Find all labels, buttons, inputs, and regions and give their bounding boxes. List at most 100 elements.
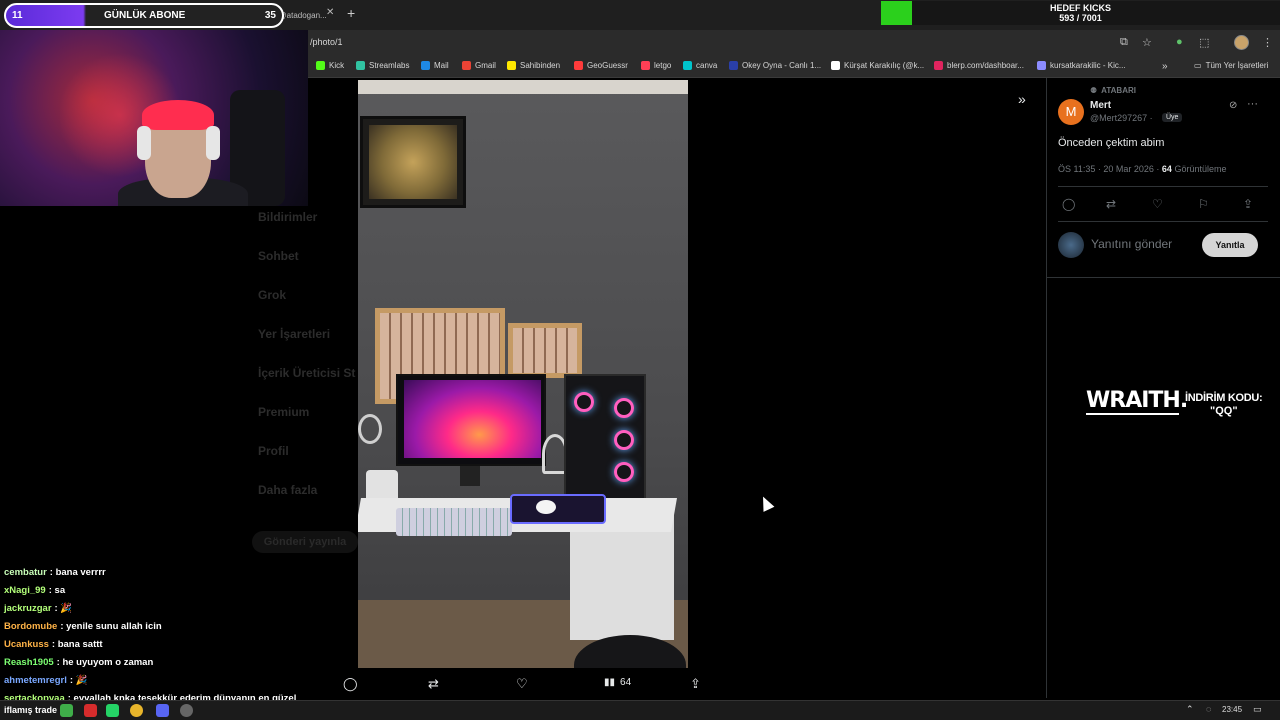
bookmark-favicon-icon	[462, 61, 471, 70]
app-icon[interactable]	[60, 704, 73, 717]
reply-icon[interactable]: ◯	[343, 676, 358, 692]
tweet-share-icon[interactable]: ⇪	[1243, 197, 1253, 211]
dim-nav-item: Yer İşaretleri	[258, 327, 331, 341]
chat-username[interactable]: Bordomube	[4, 621, 57, 632]
more-bookmarks-icon[interactable]: »	[1162, 61, 1168, 72]
dim-nav-item: Daha fazla	[258, 483, 318, 497]
photo-collage-small	[508, 323, 582, 378]
discord-icon[interactable]	[156, 704, 169, 717]
sub-goal-bar: 11 GÜNLÜK ABONE 35	[4, 3, 284, 28]
chat-text: : bana sattt	[51, 639, 103, 650]
monitor	[396, 374, 546, 466]
dim-nav-item: İçerik Üreticisi St	[258, 366, 356, 380]
tweet-bookmark-icon[interactable]: ⚐	[1198, 197, 1209, 211]
grok-icon[interactable]: ⊘	[1229, 100, 1237, 111]
retweet-icon[interactable]: ⇄	[428, 676, 439, 692]
app-icon[interactable]	[84, 704, 97, 717]
like-icon[interactable]: ♡	[516, 676, 528, 692]
mouse	[536, 500, 556, 514]
bookmark-item[interactable]: blerp.com/dashboar...	[934, 61, 1024, 70]
bookmark-item[interactable]: Kick	[316, 61, 344, 70]
bookmark-item[interactable]: Mail	[421, 61, 449, 70]
bookmark-item[interactable]: kursatkarakilic - Kic...	[1037, 61, 1126, 70]
more-options-icon[interactable]: ···	[1247, 98, 1258, 110]
tweet-retweet-icon[interactable]: ⇄	[1106, 197, 1116, 211]
network-icon[interactable]: ◌	[1206, 704, 1211, 714]
dim-nav-item: Bildirimler	[258, 210, 318, 224]
profile-avatar[interactable]	[1234, 35, 1249, 50]
obs-icon[interactable]	[180, 704, 193, 717]
bookmark-favicon-icon	[729, 61, 738, 70]
expand-panel-icon[interactable]: »	[1018, 91, 1026, 107]
bookmark-favicon-icon	[316, 61, 325, 70]
bookmark-label: blerp.com/dashboar...	[947, 61, 1024, 70]
people-icon: ⚉	[1090, 86, 1098, 95]
bookmark-item[interactable]: letgo	[641, 61, 671, 70]
reply-button[interactable]: Yanıtla	[1202, 233, 1258, 257]
kebab-menu-icon[interactable]: ⋮	[1262, 36, 1273, 49]
mousepad	[510, 494, 606, 524]
chat-text: : 🎉	[54, 603, 73, 614]
chat-message: ahmetemregrl: 🎉	[4, 672, 324, 690]
chat-username[interactable]: ahmetemregrl	[4, 675, 67, 686]
chat-text: : he uyuyom o zaman	[56, 657, 154, 668]
wraith-logo: WRAITH.	[1086, 388, 1188, 413]
bookmark-star-icon[interactable]: ☆	[1142, 36, 1152, 49]
chat-username[interactable]: Reash1905	[4, 657, 54, 668]
extensions-puzzle-icon[interactable]: ⬚	[1199, 36, 1209, 49]
url-field[interactable]: /photo/1	[310, 37, 343, 47]
tweet-like-icon[interactable]: ♡	[1152, 197, 1163, 211]
share-icon[interactable]: ⇪	[690, 676, 701, 692]
bookmark-label: Sahibinden	[520, 61, 561, 70]
reply-input[interactable]: Yanıtını gönder	[1091, 237, 1172, 251]
chat-message: cembatur: bana verrrr	[4, 564, 324, 582]
taskbar: iflamış trade ⌃ ◌ 23:45 ▭	[0, 700, 1280, 720]
folder-icon: ▭	[1194, 61, 1202, 70]
chat-message: Reash1905: he uyuyom o zaman	[4, 654, 324, 672]
webcam-overlay	[0, 30, 308, 206]
taskbar-label: iflamış trade	[4, 705, 58, 715]
bookmark-item[interactable]: canva	[683, 61, 717, 70]
user-name[interactable]: Mert	[1090, 100, 1111, 111]
tweet-meta: ÖS 11:35 · 20 Mar 2026 · 64 Görüntüleme	[1058, 164, 1227, 174]
tweet-photo	[358, 80, 688, 668]
chrome-icon[interactable]	[130, 704, 143, 717]
bookmark-item[interactable]: GeoGuessr	[574, 61, 628, 70]
bookmark-item[interactable]: Streamlabs	[356, 61, 409, 70]
bookmark-favicon-icon	[421, 61, 430, 70]
kicks-goal-value: 593 / 7001	[1059, 13, 1102, 23]
bookmark-label: GeoGuessr	[587, 61, 628, 70]
tweet-text: Önceden çektim abim	[1058, 137, 1165, 149]
user-handle[interactable]: @Mert297267 ·	[1090, 113, 1153, 123]
all-bookmarks-folder[interactable]: ▭ Tüm Yer İşaretleri	[1194, 61, 1268, 70]
bookmark-label: Kick	[329, 61, 345, 70]
install-icon[interactable]: ⧉	[1120, 36, 1128, 49]
bookmark-favicon-icon	[574, 61, 583, 70]
close-tab-icon[interactable]: ✕	[326, 7, 334, 18]
whatsapp-icon[interactable]	[106, 704, 119, 717]
bookmark-item[interactable]: Sahibinden	[507, 61, 560, 70]
tweet-reply-icon[interactable]: ◯	[1062, 197, 1075, 211]
chat-username[interactable]: xNagi_99	[4, 585, 46, 596]
bookmark-item[interactable]: Okey Oyna - Canlı 1...	[729, 61, 821, 70]
views-count[interactable]: ▮▮ 64	[604, 677, 631, 688]
chat-username[interactable]: jackruzgar	[4, 603, 52, 614]
notification-icon[interactable]: ▭	[1253, 704, 1262, 715]
sub-goal-current: 11	[12, 10, 23, 21]
mouse-cursor	[757, 494, 775, 512]
bookmark-favicon-icon	[831, 61, 840, 70]
chat-username[interactable]: cembatur	[4, 567, 47, 578]
dim-nav-item: Sohbet	[258, 249, 299, 263]
bookmark-item[interactable]: Gmail	[462, 61, 496, 70]
bookmark-item[interactable]: Kürşat Karakılıç (@k...	[831, 61, 924, 70]
clock: 23:45	[1222, 705, 1243, 714]
bookmark-favicon-icon	[356, 61, 365, 70]
extension-icon[interactable]: ●	[1176, 36, 1183, 48]
avatar[interactable]: M	[1058, 99, 1084, 125]
kicks-goal-title: HEDEF KICKS	[1049, 3, 1111, 13]
tray-chevron-icon[interactable]: ⌃	[1186, 704, 1194, 715]
chat-username[interactable]: Ucankuss	[4, 639, 49, 650]
chat-message: xNagi_99: sa	[4, 582, 324, 600]
post-button-dimmed: Gönderi yayınla	[252, 531, 358, 553]
new-tab-button[interactable]: +	[347, 5, 355, 21]
